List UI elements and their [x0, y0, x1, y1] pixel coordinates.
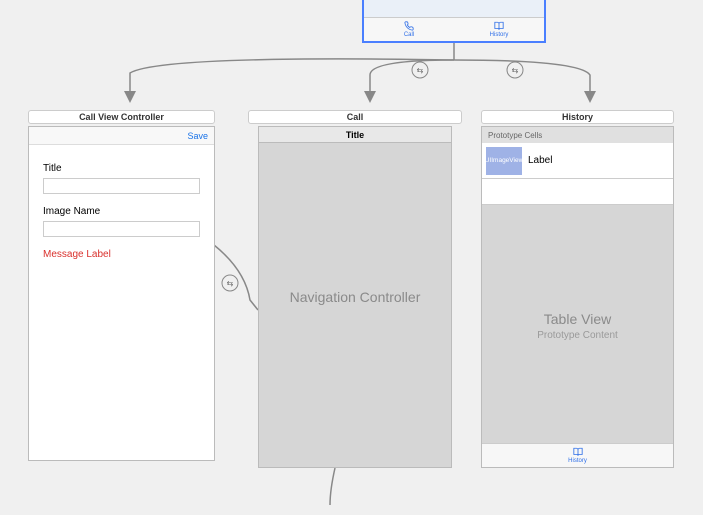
label-image-name: Image Name [43, 206, 200, 217]
prototype-cell[interactable]: UIImageView Label [482, 143, 673, 179]
title-field[interactable] [43, 178, 200, 194]
scene-detail[interactable]: Save Title Image Name Message Label [28, 126, 215, 461]
scene-title-detail[interactable]: Call View Controller [28, 110, 215, 124]
scene-title-call[interactable]: Call [248, 110, 462, 124]
book-icon [494, 21, 504, 31]
save-button[interactable]: Save [187, 131, 208, 141]
cell-label: Label [528, 155, 552, 166]
history-tab-item[interactable]: History [482, 444, 673, 467]
prototype-cells-header: Prototype Cells [482, 127, 673, 143]
root-tabbar: Call History [364, 17, 544, 41]
navigation-controller-label: Navigation Controller [259, 289, 451, 305]
message-label: Message Label [43, 249, 200, 260]
phone-icon [404, 21, 414, 31]
scene-call[interactable]: Title Navigation Controller [258, 126, 452, 468]
tab-history-label: History [490, 32, 509, 38]
prototype-content-label: Prototype Content [482, 330, 673, 341]
scene-history[interactable]: Prototype Cells UIImageView Label Table … [481, 126, 674, 468]
history-tab-label: History [568, 458, 587, 464]
history-tabbar: History [482, 443, 673, 467]
label-title: Title [43, 163, 200, 174]
image-name-field[interactable] [43, 221, 200, 237]
svg-text:⇆: ⇆ [227, 279, 234, 288]
tab-call-label: Call [404, 32, 414, 38]
prototype-cell-padding [482, 179, 673, 205]
detail-navbar: Save [29, 127, 214, 145]
tab-call[interactable]: Call [364, 18, 454, 41]
tableview-label: Table View [482, 311, 673, 327]
tab-history[interactable]: History [454, 18, 544, 41]
cell-imageview: UIImageView [486, 147, 522, 175]
detail-body: Title Image Name Message Label [29, 145, 214, 278]
svg-text:⇆: ⇆ [417, 66, 424, 75]
scene-title-history[interactable]: History [481, 110, 674, 124]
tabbar-controller-preview: Call History [362, 0, 546, 43]
tableview-placeholder: Table View Prototype Content [482, 311, 673, 341]
svg-text:⇆: ⇆ [512, 66, 519, 75]
call-nav-title: Title [259, 127, 451, 143]
book-icon [573, 447, 583, 457]
